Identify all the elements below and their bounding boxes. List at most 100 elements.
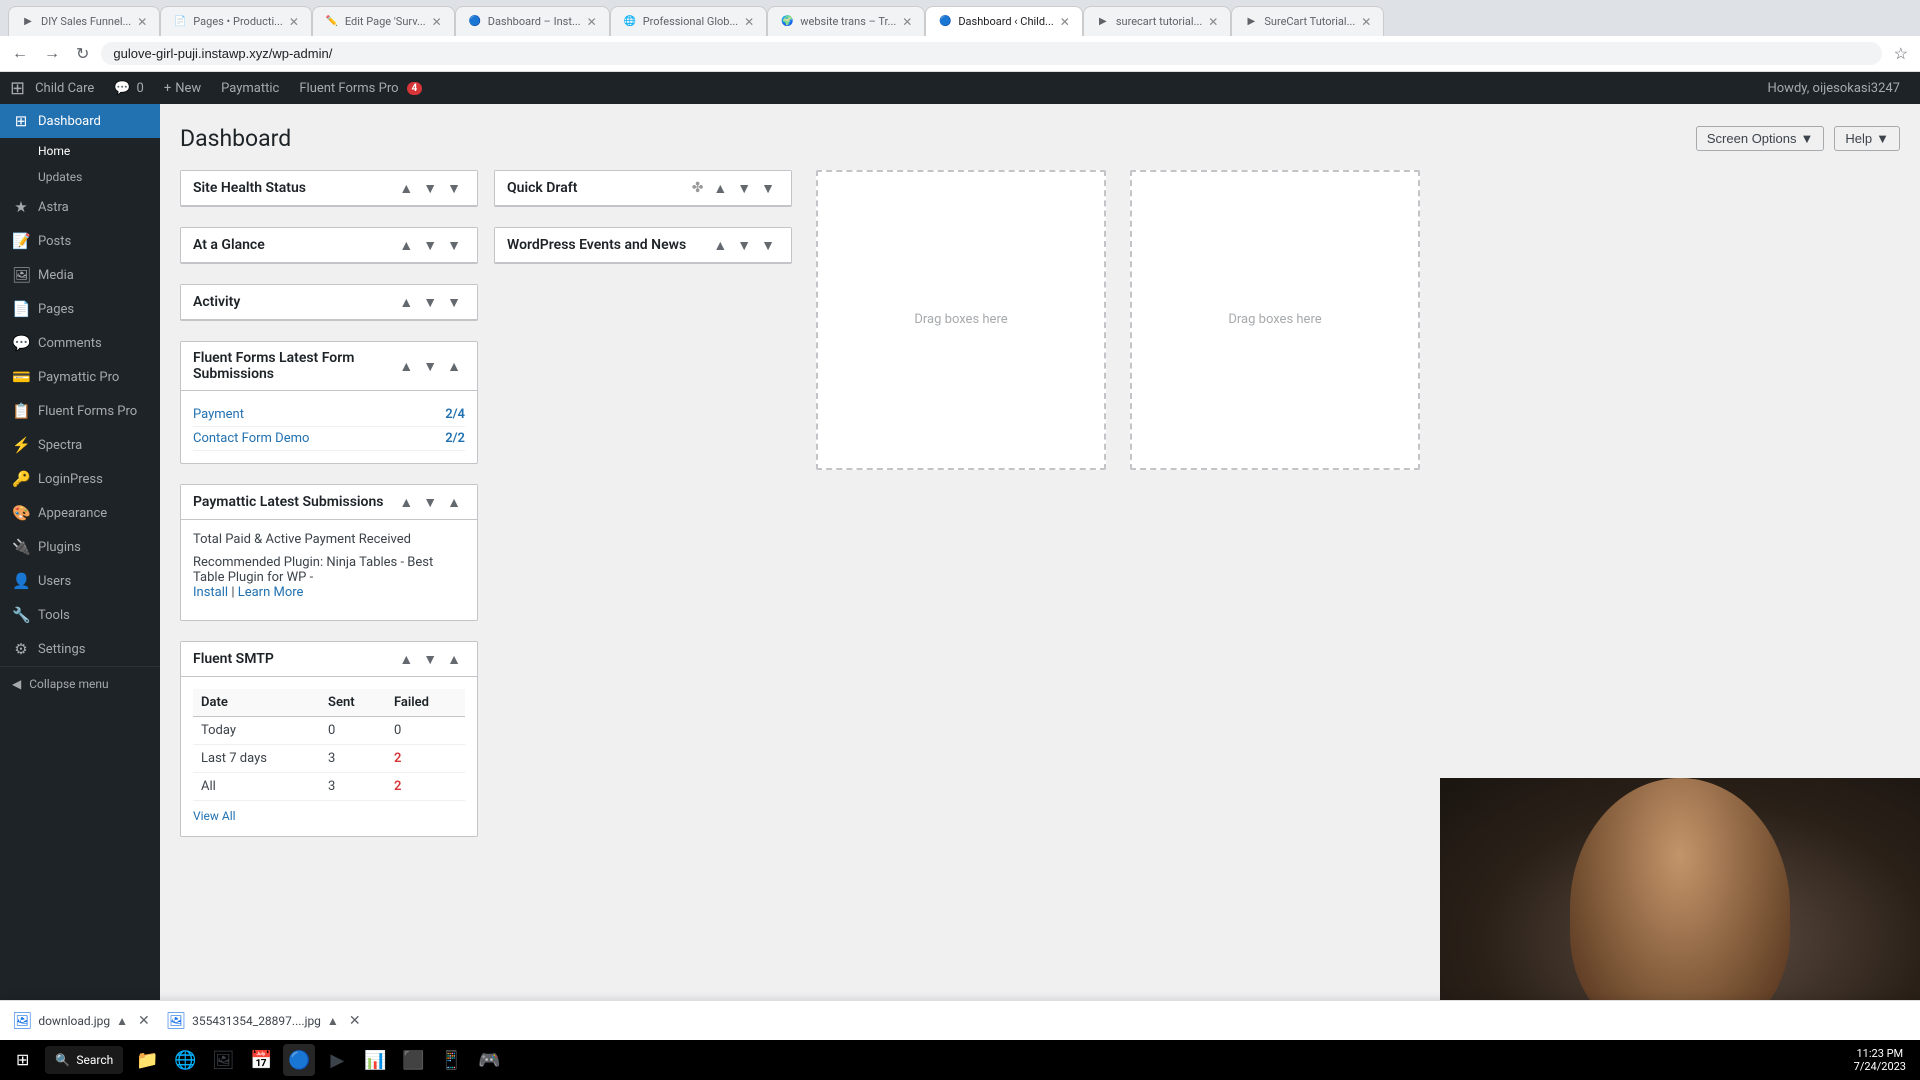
browser-tab-6[interactable]: 🌍 website trans – Tr... ✕	[767, 6, 925, 36]
taskbar-icon-terminal[interactable]: ⬛	[397, 1044, 429, 1076]
sidebar-item-astra[interactable]: ★ Astra	[0, 190, 160, 224]
drag-box-area-1[interactable]: Drag boxes here	[816, 170, 1106, 470]
sidebar-item-dashboard[interactable]: ⊞ Dashboard	[0, 104, 160, 138]
drag-box-area-2[interactable]: Drag boxes here	[1130, 170, 1420, 470]
bookmark-button[interactable]: ☆	[1890, 40, 1912, 68]
tab-close-4[interactable]: ✕	[587, 15, 597, 29]
wp-events-collapse-btn[interactable]: ▼	[733, 236, 755, 254]
taskbar-icon-media[interactable]: ▶	[321, 1044, 353, 1076]
install-plugin-link[interactable]: Install	[193, 585, 228, 600]
taskbar-icon-app1[interactable]: 📱	[435, 1044, 467, 1076]
site-name-link[interactable]: Child Care	[25, 72, 104, 104]
site-health-header[interactable]: Site Health Status ▲ ▼ ▼	[181, 171, 477, 206]
tab-close-8[interactable]: ✕	[1208, 15, 1218, 29]
screen-options-button[interactable]: Screen Options ▼	[1696, 126, 1824, 151]
browser-tab-9[interactable]: ▶ SureCart Tutorial... ✕	[1231, 6, 1384, 36]
tab-close-7[interactable]: ✕	[1060, 15, 1070, 29]
tab-close-3[interactable]: ✕	[432, 15, 442, 29]
taskbar-search-box[interactable]: 🔍 Search	[45, 1046, 123, 1074]
browser-tab-1[interactable]: ▶ DIY Sales Funnel... ✕	[8, 6, 160, 36]
paymattic-link[interactable]: Paymattic	[211, 72, 289, 104]
site-health-remove-btn[interactable]: ▼	[443, 179, 465, 197]
form-link-payment[interactable]: Payment	[193, 407, 244, 422]
fluent-forms-remove-btn[interactable]: ▲	[443, 357, 465, 375]
help-button[interactable]: Help ▼	[1834, 126, 1900, 151]
sidebar-item-fluent-forms[interactable]: 📋 Fluent Forms Pro	[0, 394, 160, 428]
back-button[interactable]: ←	[8, 41, 32, 67]
sidebar-item-spectra[interactable]: ⚡ Spectra	[0, 428, 160, 462]
download-chevron-2[interactable]: ▲	[327, 1014, 339, 1028]
new-content-link[interactable]: + New	[154, 72, 211, 104]
sidebar-item-settings[interactable]: ⚙ Settings	[0, 632, 160, 666]
taskbar-icon-app2[interactable]: 🎮	[473, 1044, 505, 1076]
sidebar-item-users[interactable]: 👤 Users	[0, 564, 160, 598]
sidebar-item-tools[interactable]: 🔧 Tools	[0, 598, 160, 632]
wp-events-header[interactable]: WordPress Events and News ▲ ▼ ▼	[495, 228, 791, 263]
taskbar-icon-excel[interactable]: 📊	[359, 1044, 391, 1076]
sidebar-item-loginpress[interactable]: 🔑 LoginPress	[0, 462, 160, 496]
sidebar-item-media[interactable]: 🖼 Media	[0, 258, 160, 292]
paymattic-remove-btn[interactable]: ▲	[443, 493, 465, 511]
fluent-smtp-collapse-btn[interactable]: ▼	[419, 650, 441, 668]
sidebar-item-home[interactable]: Home	[0, 138, 160, 164]
paymattic-collapse-btn[interactable]: ▼	[419, 493, 441, 511]
reload-button[interactable]: ↻	[72, 40, 93, 68]
forward-button[interactable]: →	[40, 41, 64, 67]
at-a-glance-collapse-btn[interactable]: ▼	[419, 236, 441, 254]
activity-header[interactable]: Activity ▲ ▼ ▼	[181, 285, 477, 320]
browser-tab-5[interactable]: 🌐 Professional Glob... ✕	[610, 6, 768, 36]
fluent-forms-link[interactable]: Fluent Forms Pro 4	[289, 72, 432, 104]
download-close-2[interactable]: ✕	[349, 1012, 361, 1029]
browser-tab-8[interactable]: ▶ surecart tutorial... ✕	[1083, 6, 1232, 36]
fluent-smtp-expand-btn[interactable]: ▲	[395, 650, 417, 668]
paymattic-header[interactable]: Paymattic Latest Submissions ▲ ▼ ▲	[181, 485, 477, 520]
taskbar-icon-calendar[interactable]: 📅	[245, 1044, 277, 1076]
sidebar-item-appearance[interactable]: 🎨 Appearance	[0, 496, 160, 530]
view-all-link[interactable]: View All	[193, 809, 236, 823]
browser-tab-2[interactable]: 📄 Pages • Producti... ✕	[160, 6, 312, 36]
tab-close-5[interactable]: ✕	[744, 15, 754, 29]
tab-close-1[interactable]: ✕	[137, 15, 147, 29]
collapse-menu-button[interactable]: ◀ Collapse menu	[0, 666, 160, 701]
sidebar-item-paymattic-pro[interactable]: 💳 Paymattic Pro	[0, 360, 160, 394]
activity-collapse-btn[interactable]: ▼	[419, 293, 441, 311]
activity-remove-btn[interactable]: ▼	[443, 293, 465, 311]
start-button[interactable]: ⊞	[8, 1046, 37, 1074]
fluent-forms-collapse-btn[interactable]: ▼	[419, 357, 441, 375]
taskbar-clock[interactable]: 11:23 PM 7/24/2023	[1848, 1045, 1912, 1075]
site-health-collapse-btn[interactable]: ▼	[419, 179, 441, 197]
learn-more-link[interactable]: Learn More	[238, 585, 304, 600]
activity-expand-btn[interactable]: ▲	[395, 293, 417, 311]
taskbar-icon-file-explorer[interactable]: 📁	[131, 1044, 163, 1076]
site-health-expand-btn[interactable]: ▲	[395, 179, 417, 197]
browser-tab-7[interactable]: 🔵 Dashboard ‹ Child... ✕	[925, 6, 1083, 36]
wp-events-remove-btn[interactable]: ▼	[757, 236, 779, 254]
taskbar-icon-chrome[interactable]: 🔵	[283, 1044, 315, 1076]
download-chevron-1[interactable]: ▲	[116, 1014, 128, 1028]
browser-tab-3[interactable]: ✏️ Edit Page 'Surv... ✕	[312, 6, 455, 36]
tab-close-6[interactable]: ✕	[902, 15, 912, 29]
fluent-forms-header[interactable]: Fluent Forms Latest Form Submissions ▲ ▼…	[181, 342, 477, 391]
at-a-glance-expand-btn[interactable]: ▲	[395, 236, 417, 254]
quick-draft-remove-btn[interactable]: ▼	[757, 179, 779, 197]
tab-close-9[interactable]: ✕	[1361, 15, 1371, 29]
comments-link[interactable]: 💬 0	[104, 72, 154, 104]
quick-draft-header[interactable]: Quick Draft ✤ ▲ ▼ ▼	[495, 171, 791, 206]
download-close-1[interactable]: ✕	[138, 1012, 150, 1029]
fluent-smtp-remove-btn[interactable]: ▲	[443, 650, 465, 668]
sidebar-item-updates[interactable]: Updates	[0, 164, 160, 190]
sidebar-item-posts[interactable]: 📝 Posts	[0, 224, 160, 258]
fluent-smtp-header[interactable]: Fluent SMTP ▲ ▼ ▲	[181, 642, 477, 677]
quick-draft-collapse-btn[interactable]: ▼	[733, 179, 755, 197]
howdy-link[interactable]: Howdy, oijesokasi3247	[1757, 72, 1910, 104]
quick-draft-expand-btn[interactable]: ▲	[709, 179, 731, 197]
wp-events-expand-btn[interactable]: ▲	[709, 236, 731, 254]
taskbar-icon-photos[interactable]: 🖼	[207, 1044, 239, 1076]
paymattic-expand-btn[interactable]: ▲	[395, 493, 417, 511]
sidebar-item-plugins[interactable]: 🔌 Plugins	[0, 530, 160, 564]
taskbar-icon-edge[interactable]: 🌐	[169, 1044, 201, 1076]
address-bar[interactable]	[101, 42, 1881, 65]
tab-close-2[interactable]: ✕	[289, 15, 299, 29]
at-a-glance-remove-btn[interactable]: ▼	[443, 236, 465, 254]
at-a-glance-header[interactable]: At a Glance ▲ ▼ ▼	[181, 228, 477, 263]
